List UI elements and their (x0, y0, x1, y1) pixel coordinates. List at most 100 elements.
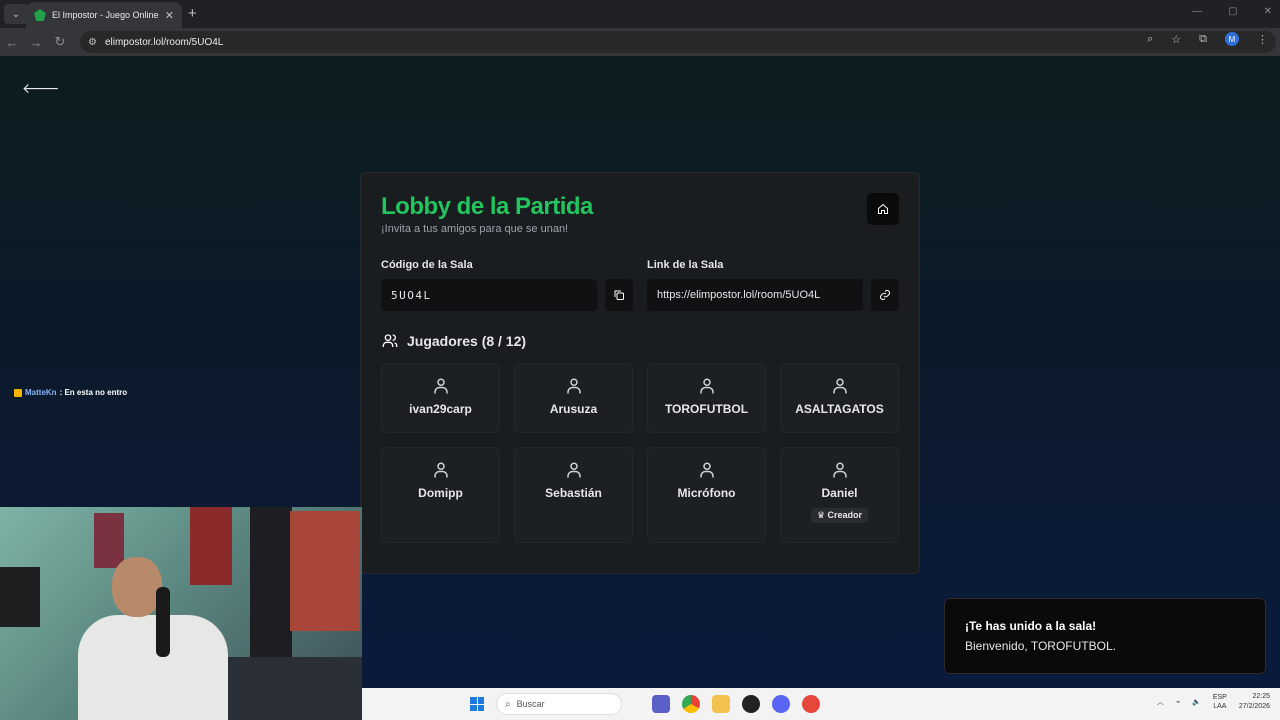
clock-time: 22:25 (1252, 693, 1270, 700)
tab-close-icon[interactable]: ✕ (165, 9, 174, 22)
creator-badge: ♛ Creador (810, 508, 869, 523)
back-arrow-icon[interactable]: 🡐 (22, 80, 60, 97)
player-name: Sebastián (545, 486, 602, 500)
player-name: Micrófono (677, 486, 736, 500)
streamer-head (112, 557, 162, 617)
streamer-body (78, 615, 228, 720)
search-placeholder: Buscar (516, 699, 545, 709)
player-name: Arusuza (549, 402, 598, 416)
room-link-value[interactable]: https://elimpostor.lol/room/5UO4L (647, 279, 863, 311)
address-bar[interactable]: ⚙ elimpostor.lol/room/5UO4L (80, 31, 1276, 53)
lang-layout: LAA (1213, 703, 1227, 710)
search-icon: ⌕ (505, 698, 511, 710)
window-close-icon[interactable]: ✕ (1264, 6, 1272, 17)
site-favicon-icon (34, 9, 46, 21)
tray-chevron-icon[interactable]: ︿ (1157, 697, 1164, 707)
browser-toolbar: ← → ↻ ⚙ elimpostor.lol/room/5UO4L ⌕ ☆ ⧉ … (0, 28, 1280, 56)
windows-start-icon[interactable] (470, 697, 484, 711)
forward-icon[interactable]: → (24, 35, 48, 50)
user-icon (832, 462, 847, 478)
room-code-label: Código de la Sala (381, 259, 473, 271)
user-icon (566, 378, 581, 394)
webcam-overlay (0, 507, 362, 720)
page-title: Lobby de la Partida (381, 193, 593, 220)
players-header: Jugadores (8 / 12) (381, 333, 899, 349)
user-icon (433, 462, 448, 478)
webcam-chair (0, 567, 40, 627)
user-icon (699, 378, 714, 394)
browser-tabbar: ⌄ El Impostor - Juego Online Gra ✕ + — ▢… (0, 0, 1280, 28)
page-subtitle: ¡Invita a tus amigos para que se unan! (381, 223, 569, 235)
network-icon[interactable]: ⌁ (1176, 698, 1180, 706)
new-tab-icon[interactable]: + (188, 5, 197, 22)
discord-icon[interactable] (772, 695, 790, 713)
tab-title: El Impostor - Juego Online Gra (52, 10, 159, 20)
webcam-poster (190, 507, 232, 585)
webcam-door (250, 507, 292, 667)
url-text: elimpostor.lol/room/5UO4L (104, 36, 224, 48)
player-card: Sebastián (514, 447, 633, 543)
taskbar-search[interactable]: ⌕ Buscar (496, 693, 622, 715)
copy-icon (614, 290, 624, 300)
room-code-field: Código de la Sala 5UO4L (381, 259, 633, 311)
player-card: TOROFUTBOL (647, 363, 766, 433)
users-icon (382, 334, 398, 347)
chrome-icon[interactable] (682, 695, 700, 713)
room-code-value[interactable]: 5UO4L (381, 279, 597, 311)
player-name: ivan29carp (409, 402, 472, 416)
webcam-desk (210, 657, 362, 720)
teams-icon[interactable] (652, 695, 670, 713)
microphone (156, 587, 170, 657)
user-icon (566, 462, 581, 478)
room-link-field: Link de la Sala https://elimpostor.lol/r… (647, 259, 899, 311)
browser-tab[interactable]: El Impostor - Juego Online Gra ✕ (26, 2, 182, 28)
player-name: Daniel (821, 486, 858, 500)
toast-notification[interactable]: ¡Te has unido a la sala! Bienvenido, TOR… (944, 598, 1266, 674)
minimize-icon[interactable]: — (1192, 6, 1202, 17)
window-controls: — ▢ ✕ (1192, 6, 1272, 17)
link-icon (880, 290, 890, 300)
user-icon (699, 462, 714, 478)
obs-icon[interactable] (742, 695, 760, 713)
system-tray: ︿ ⌁ 🔈 ESP LAA 22:25 27/2/2026 (1157, 692, 1270, 712)
webcam-poster (290, 511, 360, 631)
language-indicator[interactable]: ESP LAA (1213, 693, 1227, 711)
chat-overlay: MatteKn : En esta no entro (14, 388, 127, 397)
reload-icon[interactable]: ↻ (48, 34, 72, 50)
home-icon (878, 203, 888, 214)
lang-code: ESP (1212, 694, 1227, 701)
chat-username: MatteKn (25, 388, 57, 397)
extensions-icon[interactable]: ⧉ (1199, 33, 1207, 46)
webcam-poster (94, 513, 124, 568)
app-icon[interactable] (802, 695, 820, 713)
back-icon[interactable]: ← (0, 35, 24, 50)
maximize-icon[interactable]: ▢ (1228, 6, 1237, 17)
taskbar-apps (652, 695, 820, 713)
zoom-icon[interactable]: ⌕ (1147, 33, 1153, 46)
copy-link-button[interactable] (871, 279, 899, 311)
site-settings-icon[interactable]: ⚙ (88, 37, 97, 48)
player-card: Arusuza (514, 363, 633, 433)
browser-menu-icon[interactable]: ⋮ (1257, 33, 1268, 46)
clock[interactable]: 22:25 27/2/2026 (1239, 692, 1270, 712)
volume-icon[interactable]: 🔈 (1192, 698, 1201, 706)
copy-code-button[interactable] (605, 279, 633, 311)
player-card: ivan29carp (381, 363, 500, 433)
players-grid: ivan29carp Arusuza TOROFUTBOL ASALTAGATO… (381, 363, 899, 543)
chat-message: : En esta no entro (59, 388, 128, 397)
home-button[interactable] (867, 193, 899, 225)
room-fields: Código de la Sala 5UO4L Link de la Sala … (381, 259, 899, 311)
toast-title: ¡Te has unido a la sala! (965, 619, 1097, 633)
profile-avatar[interactable]: M (1225, 32, 1239, 46)
user-icon (433, 378, 448, 394)
lobby-panel: Lobby de la Partida ¡Invita a tus amigos… (360, 172, 920, 574)
tab-search-chevron-icon[interactable]: ⌄ (4, 4, 28, 24)
file-explorer-icon[interactable] (712, 695, 730, 713)
bookmark-star-icon[interactable]: ☆ (1171, 33, 1181, 46)
player-name: Domipp (418, 486, 463, 500)
taskbar: ⌕ Buscar ︿ ⌁ 🔈 ESP LAA 22:25 27/2/2026 (362, 688, 1280, 720)
toolbar-icons: ⌕ ☆ ⧉ M ⋮ (1147, 32, 1268, 46)
player-name: ASALTAGATOS (795, 402, 884, 416)
chat-badge-icon (14, 388, 22, 397)
clock-date: 27/2/2026 (1238, 703, 1270, 710)
